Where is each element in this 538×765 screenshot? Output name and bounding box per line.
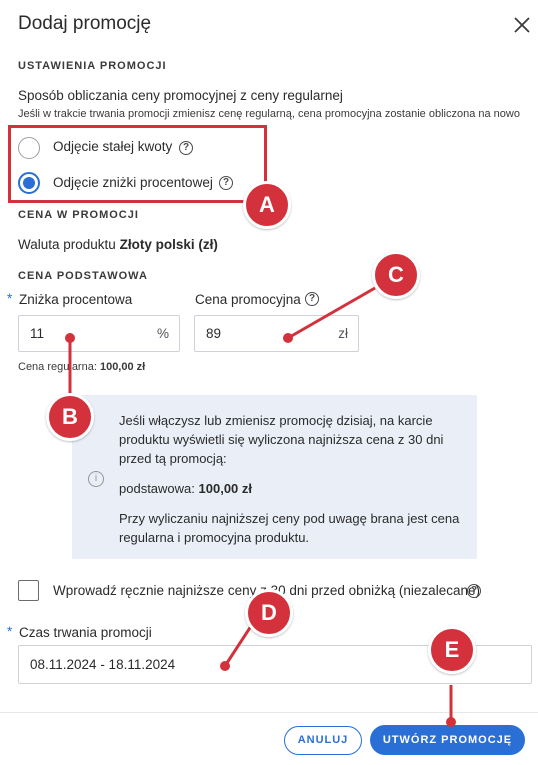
promo-price-label: Cena promocyjna	[195, 292, 301, 307]
annotation-marker-c: C	[372, 251, 420, 299]
info-base-label: podstawowa:	[119, 481, 195, 496]
percent-unit: %	[156, 326, 169, 341]
currency-line: Waluta produktu Złoty polski (zł)	[18, 237, 218, 252]
regular-price-label: Cena regularna:	[18, 361, 97, 373]
discount-percent-input[interactable]: 11 %	[18, 315, 180, 352]
help-icon[interactable]: ?	[305, 292, 319, 306]
info-icon: i	[88, 471, 104, 487]
annotation-marker-e: E	[428, 626, 476, 674]
info-base-value: 100,00 zł	[198, 481, 253, 496]
currency-value: Złoty polski (zł)	[119, 237, 218, 252]
duration-label: Czas trwania promocji	[19, 625, 152, 640]
info-line-3: przed tą promocją:	[119, 451, 227, 466]
close-icon[interactable]	[512, 15, 532, 35]
required-marker: *	[7, 624, 13, 639]
annotation-marker-a: A	[243, 181, 291, 229]
info-note-1: Przy wyliczaniu najniższej ceny pod uwag…	[119, 511, 460, 526]
calc-method-note: Jeśli w trakcie trwania promocji zmienis…	[18, 108, 520, 120]
discount-percent-value: 11	[30, 326, 45, 341]
dialog-title: Dodaj promocję	[18, 13, 152, 34]
promo-price-input[interactable]: 89 zł	[194, 315, 359, 352]
annotation-marker-b: B	[46, 393, 94, 441]
discount-percent-label: Zniżka procentowa	[19, 292, 133, 307]
footer-divider	[0, 712, 538, 713]
regular-price: Cena regularna: 100,00 zł	[18, 361, 145, 373]
help-icon[interactable]: ?	[467, 584, 481, 598]
info-line-1: Jeśli włączysz lub zmienisz promocję dzi…	[119, 413, 433, 428]
required-marker: *	[7, 291, 13, 306]
annotation-marker-d: D	[245, 589, 293, 637]
currency-prefix: Waluta produktu	[18, 237, 116, 252]
manual-lowest-price-checkbox[interactable]	[18, 580, 39, 601]
regular-price-value: 100,00 zł	[99, 361, 146, 373]
base-price-heading: CENA PODSTAWOWA	[18, 270, 148, 282]
info-base-price: podstawowa: 100,00 zł	[119, 479, 252, 498]
calc-method-title: Sposób obliczania ceny promocyjnej z cen…	[18, 88, 343, 103]
info-line-2: produktu wyświetli się wyliczona najniżs…	[119, 432, 444, 447]
promo-price-value: 89	[206, 326, 222, 341]
annotation-highlight-box	[8, 125, 267, 203]
cancel-button[interactable]: ANULUJ	[284, 726, 362, 755]
duration-value: 08.11.2024 - 18.11.2024	[30, 657, 176, 672]
promo-settings-heading: USTAWIENIA PROMOCJI	[18, 60, 167, 72]
currency-unit: zł	[338, 326, 348, 341]
promo-price-heading: CENA W PROMOCJI	[18, 209, 139, 221]
info-note-2: regularna i promocyjna produktu.	[119, 530, 310, 545]
lowest-price-info-box: i Jeśli włączysz lub zmienisz promocję d…	[72, 395, 477, 559]
create-promotion-button[interactable]: UTWÓRZ PROMOCJĘ	[370, 725, 525, 755]
